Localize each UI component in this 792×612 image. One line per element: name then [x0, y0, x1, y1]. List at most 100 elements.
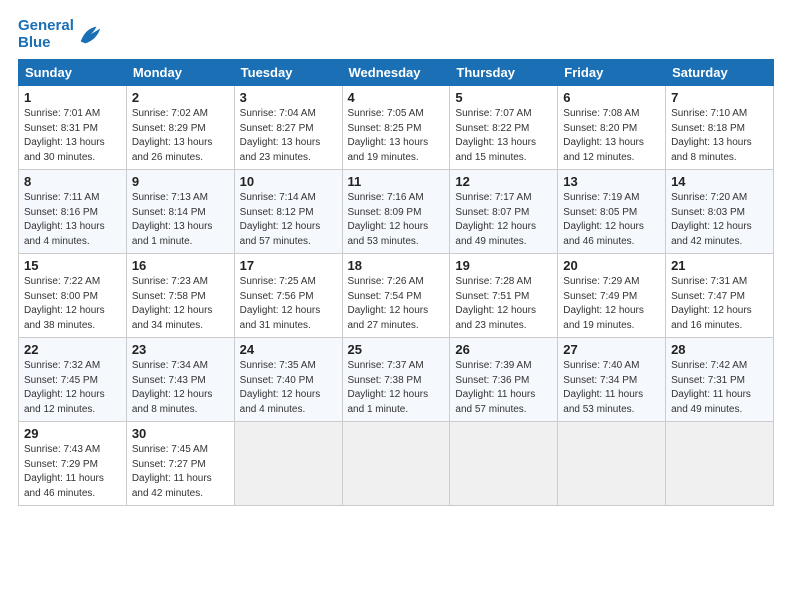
calendar-cell: 7 Sunrise: 7:10 AM Sunset: 8:18 PM Daylig…	[666, 86, 774, 170]
day-info: Sunrise: 7:28 AM Sunset: 7:51 PM Dayligh…	[455, 275, 552, 333]
day-info: Sunrise: 7:32 AM Sunset: 7:45 PM Dayligh…	[24, 359, 121, 417]
header: General Blue	[18, 18, 774, 51]
day-number: 2	[132, 90, 229, 105]
calendar-body: 1Sunrise: 7:01 AM Sunset: 8:31 PM Daylig…	[19, 86, 774, 506]
logo-text2: Blue	[18, 35, 74, 52]
day-info: Sunrise: 7:14 AM Sunset: 8:12 PM Dayligh…	[240, 191, 337, 249]
day-info: Sunrise: 7:05 AM Sunset: 8:25 PM Dayligh…	[348, 107, 445, 165]
day-number: 25	[348, 342, 445, 357]
day-info: Sunrise: 7:02 AM Sunset: 8:29 PM Dayligh…	[132, 107, 229, 165]
calendar-cell	[558, 422, 666, 506]
day-number: 24	[240, 342, 337, 357]
day-info: Sunrise: 7:11 AM Sunset: 8:16 PM Dayligh…	[24, 191, 121, 249]
day-info: Sunrise: 7:13 AM Sunset: 8:14 PM Dayligh…	[132, 191, 229, 249]
calendar-cell: 6 Sunrise: 7:08 AM Sunset: 8:20 PM Daylig…	[558, 86, 666, 170]
calendar-cell: 20Sunrise: 7:29 AM Sunset: 7:49 PM Dayli…	[558, 254, 666, 338]
logo-text: General	[18, 18, 74, 35]
calendar-cell: 8 Sunrise: 7:11 AM Sunset: 8:16 PM Daylig…	[19, 170, 127, 254]
weekday-header-monday: Monday	[126, 60, 234, 86]
day-info: Sunrise: 7:16 AM Sunset: 8:09 PM Dayligh…	[348, 191, 445, 249]
day-info: Sunrise: 7:01 AM Sunset: 8:31 PM Dayligh…	[24, 107, 121, 165]
day-number: 27	[563, 342, 660, 357]
day-number: 16	[132, 258, 229, 273]
day-info: Sunrise: 7:39 AM Sunset: 7:36 PM Dayligh…	[455, 359, 552, 417]
calendar-cell: 14 Sunrise: 7:20 AM Sunset: 8:03 PM Dayli…	[666, 170, 774, 254]
calendar-cell: 13 Sunrise: 7:19 AM Sunset: 8:05 PM Dayli…	[558, 170, 666, 254]
day-number: 6	[563, 90, 660, 105]
calendar-cell: 1Sunrise: 7:01 AM Sunset: 8:31 PM Daylig…	[19, 86, 127, 170]
calendar-cell: 27 Sunrise: 7:40 AM Sunset: 7:34 PM Dayli…	[558, 338, 666, 422]
calendar-cell: 19 Sunrise: 7:28 AM Sunset: 7:51 PM Dayli…	[450, 254, 558, 338]
calendar-cell: 22 Sunrise: 7:32 AM Sunset: 7:45 PM Dayli…	[19, 338, 127, 422]
calendar-table: SundayMondayTuesdayWednesdayThursdayFrid…	[18, 59, 774, 506]
calendar-cell: 5 Sunrise: 7:07 AM Sunset: 8:22 PM Daylig…	[450, 86, 558, 170]
calendar-cell	[666, 422, 774, 506]
weekday-header-saturday: Saturday	[666, 60, 774, 86]
day-info: Sunrise: 7:37 AM Sunset: 7:38 PM Dayligh…	[348, 359, 445, 417]
day-number: 3	[240, 90, 337, 105]
calendar-header-row: SundayMondayTuesdayWednesdayThursdayFrid…	[19, 60, 774, 86]
day-number: 22	[24, 342, 121, 357]
day-number: 11	[348, 174, 445, 189]
day-number: 15	[24, 258, 121, 273]
calendar-week-3: 15Sunrise: 7:22 AM Sunset: 8:00 PM Dayli…	[19, 254, 774, 338]
calendar-cell: 3Sunrise: 7:04 AM Sunset: 8:27 PM Daylig…	[234, 86, 342, 170]
calendar-cell: 25 Sunrise: 7:37 AM Sunset: 7:38 PM Dayli…	[342, 338, 450, 422]
day-number: 14	[671, 174, 768, 189]
calendar-cell: 10 Sunrise: 7:14 AM Sunset: 8:12 PM Dayli…	[234, 170, 342, 254]
calendar-cell: 23 Sunrise: 7:34 AM Sunset: 7:43 PM Dayli…	[126, 338, 234, 422]
day-info: Sunrise: 7:19 AM Sunset: 8:05 PM Dayligh…	[563, 191, 660, 249]
day-number: 23	[132, 342, 229, 357]
day-info: Sunrise: 7:17 AM Sunset: 8:07 PM Dayligh…	[455, 191, 552, 249]
calendar-week-5: 29Sunrise: 7:43 AM Sunset: 7:29 PM Dayli…	[19, 422, 774, 506]
logo-bird-icon	[76, 21, 104, 49]
day-info: Sunrise: 7:34 AM Sunset: 7:43 PM Dayligh…	[132, 359, 229, 417]
day-info: Sunrise: 7:10 AM Sunset: 8:18 PM Dayligh…	[671, 107, 768, 165]
day-info: Sunrise: 7:45 AM Sunset: 7:27 PM Dayligh…	[132, 443, 229, 501]
day-info: Sunrise: 7:40 AM Sunset: 7:34 PM Dayligh…	[563, 359, 660, 417]
day-number: 17	[240, 258, 337, 273]
day-number: 13	[563, 174, 660, 189]
calendar-week-2: 8 Sunrise: 7:11 AM Sunset: 8:16 PM Daylig…	[19, 170, 774, 254]
weekday-header-friday: Friday	[558, 60, 666, 86]
page: General Blue SundayMondayTuesdayWednesda…	[0, 0, 792, 516]
calendar-cell	[342, 422, 450, 506]
weekday-header-wednesday: Wednesday	[342, 60, 450, 86]
calendar-cell	[450, 422, 558, 506]
weekday-header-sunday: Sunday	[19, 60, 127, 86]
day-number: 7	[671, 90, 768, 105]
calendar-cell: 9 Sunrise: 7:13 AM Sunset: 8:14 PM Daylig…	[126, 170, 234, 254]
calendar-cell: 12Sunrise: 7:17 AM Sunset: 8:07 PM Dayli…	[450, 170, 558, 254]
calendar-week-1: 1Sunrise: 7:01 AM Sunset: 8:31 PM Daylig…	[19, 86, 774, 170]
calendar-cell: 15Sunrise: 7:22 AM Sunset: 8:00 PM Dayli…	[19, 254, 127, 338]
day-info: Sunrise: 7:08 AM Sunset: 8:20 PM Dayligh…	[563, 107, 660, 165]
calendar-cell: 16 Sunrise: 7:23 AM Sunset: 7:58 PM Dayli…	[126, 254, 234, 338]
day-info: Sunrise: 7:42 AM Sunset: 7:31 PM Dayligh…	[671, 359, 768, 417]
day-number: 5	[455, 90, 552, 105]
calendar-cell: 26 Sunrise: 7:39 AM Sunset: 7:36 PM Dayli…	[450, 338, 558, 422]
day-info: Sunrise: 7:23 AM Sunset: 7:58 PM Dayligh…	[132, 275, 229, 333]
day-number: 18	[348, 258, 445, 273]
day-info: Sunrise: 7:20 AM Sunset: 8:03 PM Dayligh…	[671, 191, 768, 249]
day-number: 9	[132, 174, 229, 189]
calendar-cell: 28Sunrise: 7:42 AM Sunset: 7:31 PM Dayli…	[666, 338, 774, 422]
day-info: Sunrise: 7:25 AM Sunset: 7:56 PM Dayligh…	[240, 275, 337, 333]
calendar-cell: 29Sunrise: 7:43 AM Sunset: 7:29 PM Dayli…	[19, 422, 127, 506]
day-number: 19	[455, 258, 552, 273]
calendar-cell: 2 Sunrise: 7:02 AM Sunset: 8:29 PM Daylig…	[126, 86, 234, 170]
calendar-week-4: 22 Sunrise: 7:32 AM Sunset: 7:45 PM Dayli…	[19, 338, 774, 422]
calendar-cell: 30 Sunrise: 7:45 AM Sunset: 7:27 PM Dayli…	[126, 422, 234, 506]
day-number: 20	[563, 258, 660, 273]
weekday-header-thursday: Thursday	[450, 60, 558, 86]
day-number: 8	[24, 174, 121, 189]
day-number: 10	[240, 174, 337, 189]
day-info: Sunrise: 7:31 AM Sunset: 7:47 PM Dayligh…	[671, 275, 768, 333]
calendar-cell: 4 Sunrise: 7:05 AM Sunset: 8:25 PM Daylig…	[342, 86, 450, 170]
day-number: 26	[455, 342, 552, 357]
day-number: 4	[348, 90, 445, 105]
day-number: 30	[132, 426, 229, 441]
day-info: Sunrise: 7:35 AM Sunset: 7:40 PM Dayligh…	[240, 359, 337, 417]
day-info: Sunrise: 7:07 AM Sunset: 8:22 PM Dayligh…	[455, 107, 552, 165]
calendar-cell: 11 Sunrise: 7:16 AM Sunset: 8:09 PM Dayli…	[342, 170, 450, 254]
day-number: 21	[671, 258, 768, 273]
